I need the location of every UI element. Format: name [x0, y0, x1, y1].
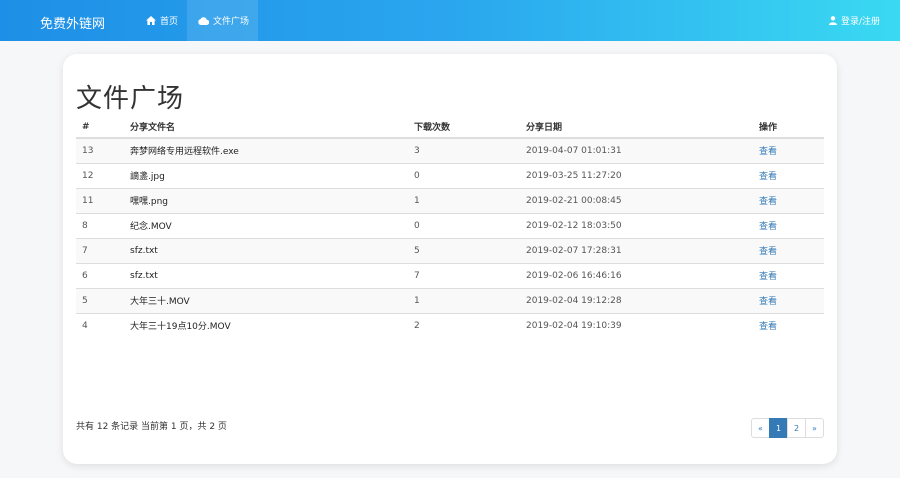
- pagination-page-1[interactable]: 1: [769, 418, 788, 438]
- file-table: # 分享文件名 下载次数 分享日期 操作 13 奔梦网络专用远程软件.exe 3…: [76, 116, 824, 338]
- nav-files-label: 文件广场: [213, 17, 250, 27]
- cell-downloads: 1: [408, 187, 520, 213]
- cell-id: 8: [76, 212, 124, 238]
- cell-downloads: 3: [408, 137, 520, 163]
- table-row: 6 sfz.txt 7 2019-02-06 16:46:16 查看: [76, 262, 824, 288]
- cell-date: 2019-02-04 19:10:39: [520, 312, 753, 338]
- pagination-next[interactable]: »: [805, 418, 824, 438]
- brand-logo[interactable]: 免费外链网: [40, 13, 105, 32]
- cell-id: 4: [76, 312, 124, 338]
- cell-date: 2019-02-07 17:28:31: [520, 237, 753, 263]
- cell-date: 2019-02-12 18:03:50: [520, 212, 753, 238]
- cell-id: 6: [76, 262, 124, 288]
- cell-filename: 纪念.MOV: [124, 212, 408, 238]
- cell-filename: 謫盞.jpg: [124, 162, 408, 188]
- nav-files[interactable]: 文件广场: [187, 0, 258, 41]
- header-downloads: 下载次数: [408, 116, 520, 139]
- pagination-prev[interactable]: «: [751, 418, 770, 438]
- content-card: 文件广场 # 分享文件名 下载次数 分享日期 操作 13 奔梦网络专用远程软件.…: [63, 54, 837, 464]
- cell-date: 2019-03-25 11:27:20: [520, 162, 753, 188]
- table-row: 8 纪念.MOV 0 2019-02-12 18:03:50 查看: [76, 212, 824, 238]
- table-row: 11 嘿嘿.png 1 2019-02-21 00:08:45 查看: [76, 187, 824, 213]
- nav-home[interactable]: 首页: [146, 0, 178, 41]
- cell-date: 2019-02-21 00:08:45: [520, 187, 753, 213]
- view-link[interactable]: 查看: [759, 247, 777, 257]
- table-row: 4 大年三十19点10分.MOV 2 2019-02-04 19:10:39 查…: [76, 312, 824, 338]
- cell-downloads: 0: [408, 212, 520, 238]
- header-id: #: [76, 116, 124, 139]
- view-link[interactable]: 查看: [759, 172, 777, 182]
- table-row: 7 sfz.txt 5 2019-02-07 17:28:31 查看: [76, 237, 824, 263]
- navbar: 免费外链网 首页 文件广场 登录/注册: [0, 0, 900, 41]
- cell-id: 11: [76, 187, 124, 213]
- view-link[interactable]: 查看: [759, 322, 777, 332]
- cell-date: 2019-04-07 01:01:31: [520, 137, 753, 163]
- cloud-icon: [198, 16, 209, 25]
- cell-downloads: 7: [408, 262, 520, 288]
- table-row: 13 奔梦网络专用远程软件.exe 3 2019-04-07 01:01:31 …: [76, 137, 824, 163]
- cell-filename: sfz.txt: [124, 237, 408, 263]
- home-icon: [146, 16, 156, 25]
- cell-id: 12: [76, 162, 124, 188]
- pagination-page-2[interactable]: 2: [787, 418, 806, 438]
- table-row: 5 大年三十.MOV 1 2019-02-04 19:12:28 查看: [76, 287, 824, 313]
- view-link[interactable]: 查看: [759, 272, 777, 282]
- view-link[interactable]: 查看: [759, 197, 777, 207]
- cell-filename: 大年三十.MOV: [124, 287, 408, 313]
- nav-login[interactable]: 登录/注册: [828, 0, 880, 41]
- header-filename: 分享文件名: [124, 116, 408, 139]
- user-icon: [828, 16, 837, 25]
- cell-id: 7: [76, 237, 124, 263]
- table-row: 12 謫盞.jpg 0 2019-03-25 11:27:20 查看: [76, 162, 824, 188]
- view-link[interactable]: 查看: [759, 297, 777, 307]
- table-header-row: # 分享文件名 下载次数 分享日期 操作: [76, 116, 824, 139]
- cell-filename: 嘿嘿.png: [124, 187, 408, 213]
- header-action: 操作: [753, 116, 824, 139]
- record-summary: 共有 12 条记录 当前第 1 页，共 2 页: [76, 422, 227, 432]
- nav-home-label: 首页: [160, 17, 179, 27]
- cell-date: 2019-02-04 19:12:28: [520, 287, 753, 313]
- nav-login-label: 登录/注册: [840, 17, 880, 27]
- header-date: 分享日期: [520, 116, 753, 139]
- view-link[interactable]: 查看: [759, 147, 777, 157]
- cell-filename: sfz.txt: [124, 262, 408, 288]
- cell-downloads: 2: [408, 312, 520, 338]
- cell-filename: 大年三十19点10分.MOV: [124, 312, 408, 338]
- cell-downloads: 0: [408, 162, 520, 188]
- cell-downloads: 5: [408, 237, 520, 263]
- cell-date: 2019-02-06 16:46:16: [520, 262, 753, 288]
- cell-filename: 奔梦网络专用远程软件.exe: [124, 137, 408, 163]
- cell-id: 5: [76, 287, 124, 313]
- cell-downloads: 1: [408, 287, 520, 313]
- page-title: 文件广场: [76, 84, 185, 114]
- pagination: « 1 2 »: [751, 418, 824, 438]
- cell-id: 13: [76, 137, 124, 163]
- view-link[interactable]: 查看: [759, 222, 777, 232]
